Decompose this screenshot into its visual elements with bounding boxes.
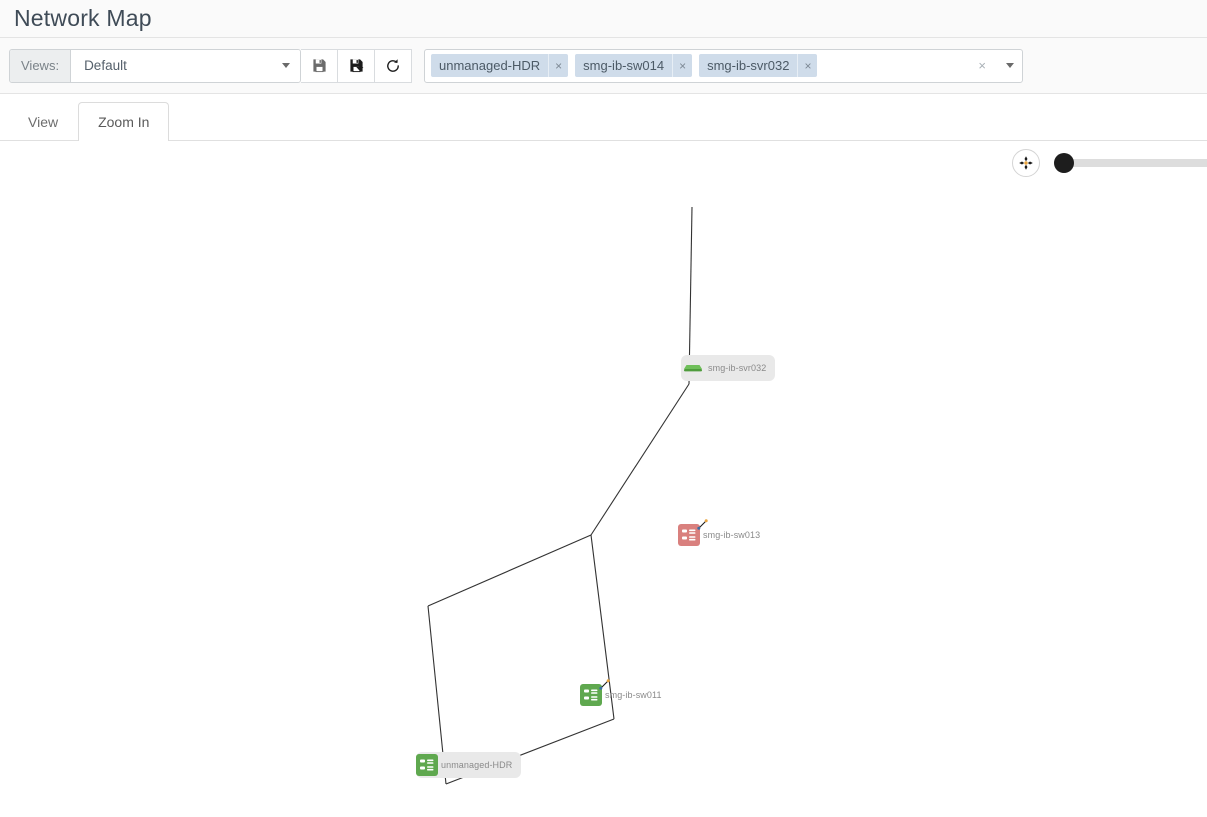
save-as-button[interactable] [338, 49, 375, 83]
filter-chip-remove-icon[interactable]: × [548, 54, 568, 77]
tab-view[interactable]: View [8, 102, 78, 141]
filter-chip-label: unmanaged-HDR [431, 54, 548, 77]
graph-node-label: smg-ib-sw013 [703, 530, 760, 540]
graph-edges [0, 141, 1207, 811]
graph-node-unmanaged-HDR[interactable]: unmanaged-HDR [416, 752, 521, 778]
refresh-icon [385, 58, 401, 74]
toolbar: Views: Default un [0, 38, 1207, 94]
views-select[interactable]: Default [71, 50, 300, 82]
expand-arrows-icon[interactable] [599, 677, 610, 695]
save-button[interactable] [301, 49, 338, 83]
graph-edge [428, 535, 591, 606]
graph-node-label: smg-ib-svr032 [708, 363, 766, 373]
filter-chip-remove-icon[interactable]: × [672, 54, 692, 77]
graph-node-label: unmanaged-HDR [441, 760, 512, 770]
tab-bar: View Zoom In [0, 94, 1207, 141]
save-icon [312, 58, 327, 73]
filter-chip[interactable]: unmanaged-HDR × [431, 54, 568, 77]
filter-tag-field[interactable]: unmanaged-HDR × smg-ib-sw014 × smg-ib-sv… [424, 49, 1023, 83]
page-title: Network Map [14, 7, 152, 30]
title-bar: Network Map [0, 0, 1207, 38]
expand-arrows-icon[interactable] [697, 517, 708, 535]
graph-edge [591, 384, 689, 535]
filter-chip[interactable]: smg-ib-svr032 × [699, 54, 817, 77]
filter-chip-label: smg-ib-sw014 [575, 54, 672, 77]
chevron-down-icon[interactable] [1006, 63, 1014, 68]
switch-icon [416, 754, 438, 776]
graph-node-smg-ib-sw011[interactable]: smg-ib-sw011 [580, 682, 671, 708]
filter-field-actions: × [978, 58, 1014, 73]
refresh-button[interactable] [375, 49, 412, 83]
graph-node-smg-ib-sw013[interactable]: smg-ib-sw013 [678, 522, 769, 548]
server-icon [681, 357, 705, 379]
network-map-canvas[interactable]: smg-ib-svr032 smg-ib-sw013 [0, 141, 1207, 811]
save-as-icon [349, 58, 364, 73]
chevron-down-icon [282, 63, 290, 68]
clear-all-icon[interactable]: × [978, 58, 986, 73]
filter-chip[interactable]: smg-ib-sw014 × [575, 54, 692, 77]
views-label: Views: [10, 50, 71, 82]
views-selected-value: Default [84, 58, 127, 73]
graph-node-label: smg-ib-sw011 [605, 690, 662, 700]
filter-chip-label: smg-ib-svr032 [699, 54, 797, 77]
views-control: Views: Default [9, 49, 301, 83]
tab-zoom-in[interactable]: Zoom In [78, 102, 169, 141]
filter-chip-remove-icon[interactable]: × [797, 54, 817, 77]
graph-node-smg-ib-svr032[interactable]: smg-ib-svr032 [681, 355, 775, 381]
